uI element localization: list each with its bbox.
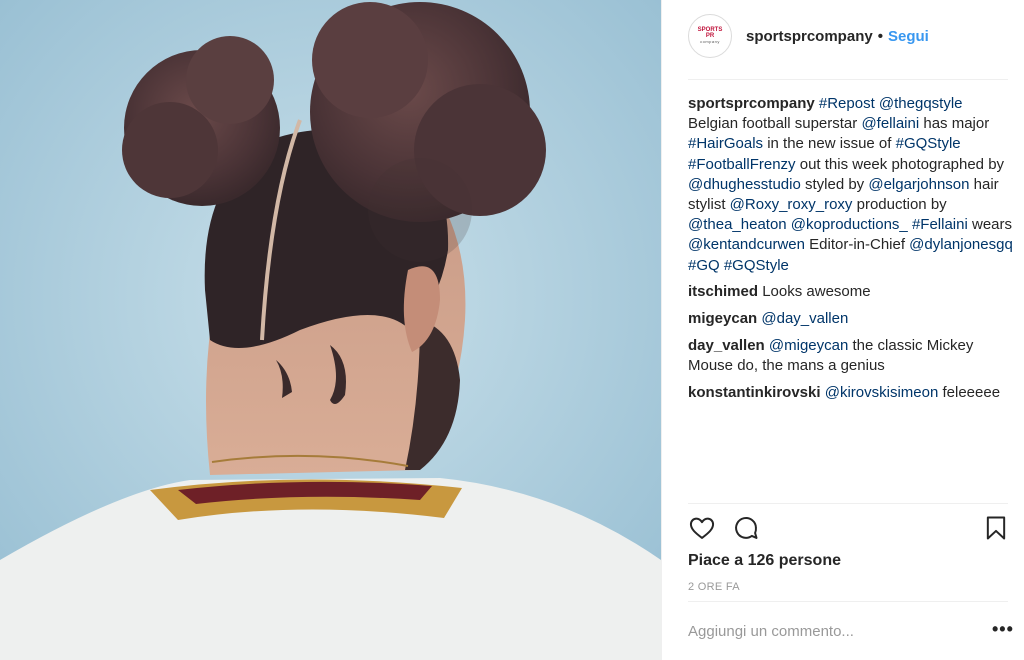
- comment-username[interactable]: konstantinkirovski: [688, 384, 821, 401]
- comment-item: konstantinkirovski @kirovskisimeon felee…: [688, 383, 1016, 403]
- comment-text: in the new issue of: [763, 135, 896, 153]
- comment-link[interactable]: @kentandcurwen: [688, 236, 805, 253]
- likes-count[interactable]: Piace a 126 persone: [688, 552, 841, 570]
- heart-icon[interactable]: [688, 514, 716, 547]
- comment-username[interactable]: sportsprcompany: [688, 95, 815, 112]
- comment-username[interactable]: itschimed: [688, 283, 758, 300]
- post-username[interactable]: sportsprcompany: [746, 28, 873, 45]
- divider: [688, 601, 1008, 602]
- instagram-post-view: SPORTS PR company sportsprcompany • Segu…: [0, 0, 1024, 660]
- comment-link[interactable]: @dhughesstudio: [688, 176, 801, 193]
- bookmark-icon[interactable]: [982, 514, 1010, 547]
- header-separator: •: [877, 27, 883, 45]
- comment-item: itschimed Looks awesome: [688, 282, 1016, 302]
- comment-link[interactable]: @elgarjohnson: [868, 176, 969, 193]
- comment-link[interactable]: @migeycan: [769, 337, 848, 354]
- avatar[interactable]: SPORTS PR company: [688, 14, 732, 58]
- post-photo[interactable]: [0, 0, 661, 660]
- comment-link[interactable]: @day_vallen: [761, 310, 848, 327]
- divider: [688, 79, 1008, 80]
- comments-list: sportsprcompany #Repost @thegqstyle Belgi…: [688, 94, 1016, 409]
- comment-item: day_vallen @migeycan the classic Mickey …: [688, 336, 1016, 376]
- follow-button[interactable]: Segui: [888, 28, 929, 45]
- comment-text: Editor-in-Chief: [804, 236, 910, 254]
- comment-link[interactable]: #Repost @thegqstyle: [819, 95, 963, 112]
- comment-text: production by: [852, 196, 947, 214]
- comment-text: Belgian football superstar: [688, 115, 862, 133]
- comment-link[interactable]: @kirovskisimeon: [825, 384, 939, 401]
- post-photo-illustration: [0, 0, 661, 660]
- avatar-logo: SPORTS PR company: [695, 27, 725, 45]
- more-options-icon[interactable]: •••: [992, 620, 1014, 638]
- post-timestamp[interactable]: 2 ORE FA: [688, 581, 740, 593]
- divider: [688, 503, 1008, 504]
- avatar-logo-line1: SPORTS PR: [697, 27, 723, 39]
- comment-bubble-icon[interactable]: [732, 514, 760, 547]
- comment-item: migeycan @day_vallen: [688, 309, 1016, 329]
- comment-link[interactable]: @fellaini: [861, 115, 919, 132]
- comment-item: sportsprcompany #Repost @thegqstyle Belgi…: [688, 94, 1016, 276]
- comment-text: out this week photographed by: [795, 155, 1005, 173]
- post-sidebar: SPORTS PR company sportsprcompany • Segu…: [661, 0, 1024, 660]
- comment-link[interactable]: @Roxy_roxy_roxy: [730, 196, 853, 213]
- comment-text: wears: [967, 216, 1012, 234]
- comment-text: styled by: [800, 175, 869, 193]
- avatar-logo-line2: company: [700, 39, 720, 44]
- comment-text: feleeeee: [938, 383, 1001, 401]
- action-bar: [688, 514, 1008, 546]
- comment-link[interactable]: @thea_heaton @koproductions_ #Fellaini: [688, 216, 968, 233]
- comment-link[interactable]: #HairGoals: [688, 135, 763, 152]
- post-header: SPORTS PR company sportsprcompany • Segu…: [688, 12, 1008, 60]
- comment-input[interactable]: [688, 618, 978, 644]
- comment-username[interactable]: migeycan: [688, 310, 757, 327]
- comment-text: Looks awesome: [762, 283, 871, 301]
- comment-text: has major: [919, 115, 990, 133]
- comment-username[interactable]: day_vallen: [688, 337, 765, 354]
